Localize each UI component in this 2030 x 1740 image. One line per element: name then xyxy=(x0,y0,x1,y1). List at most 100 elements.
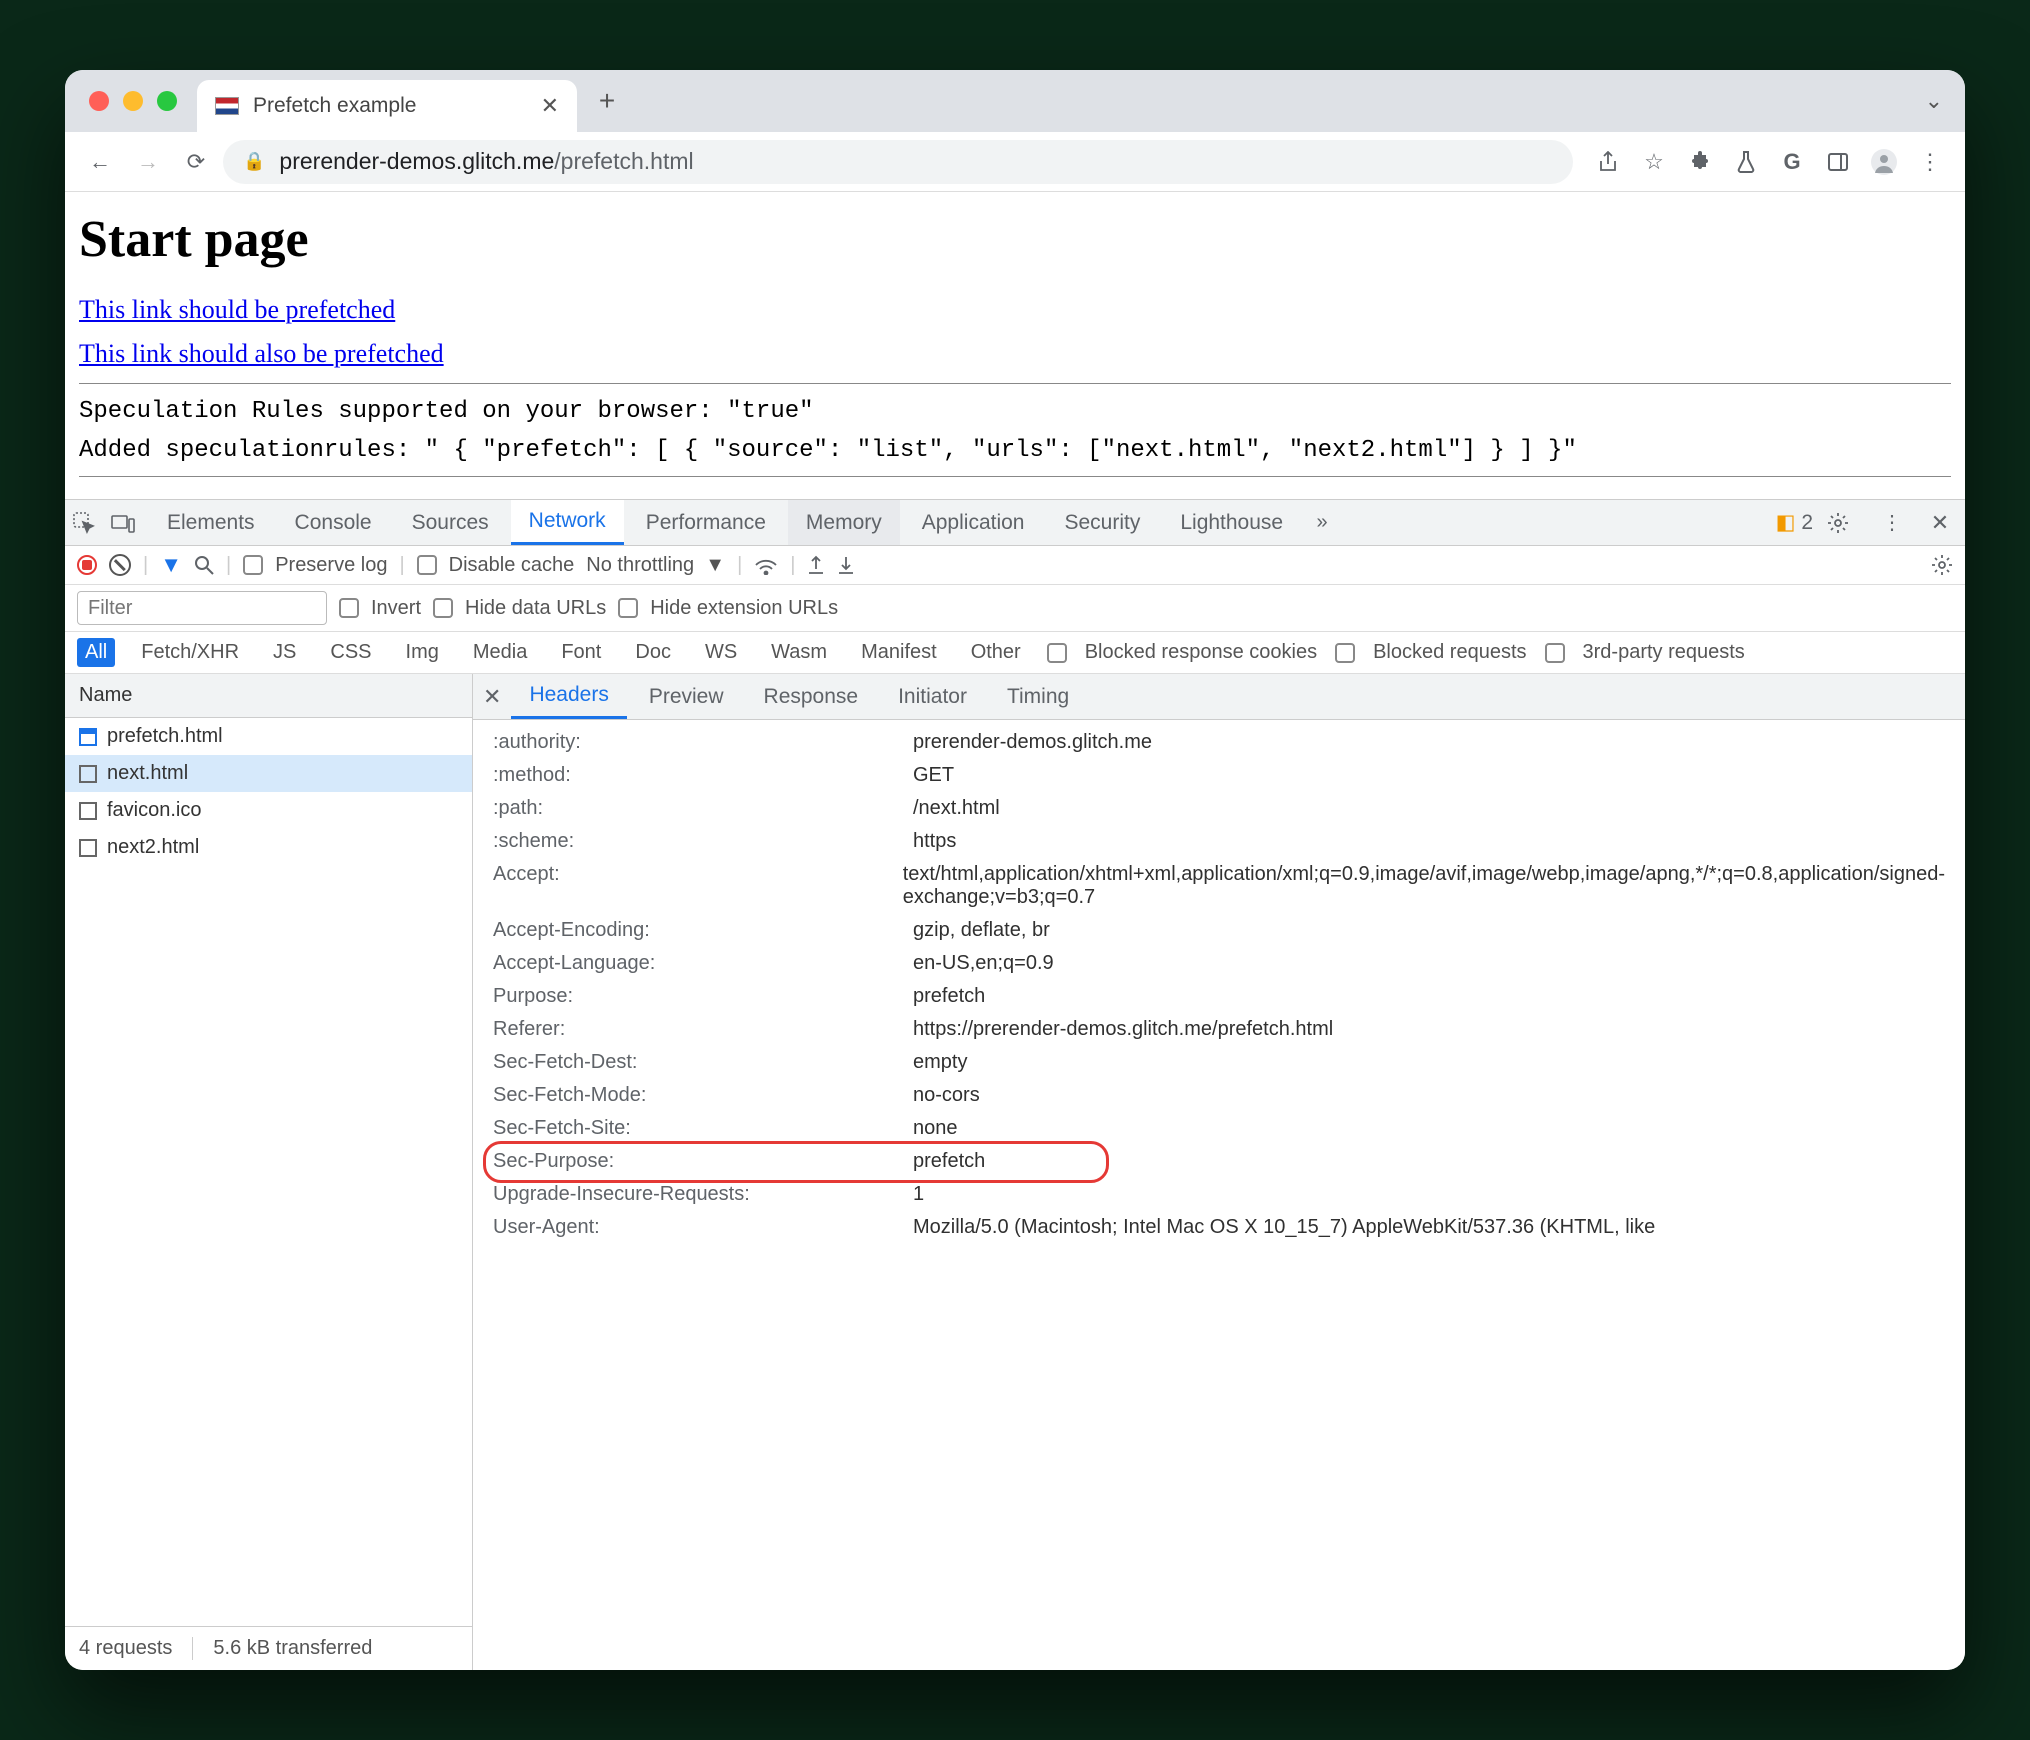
header-value: prefetch xyxy=(913,985,1965,1008)
sidepanel-icon[interactable] xyxy=(1817,141,1859,183)
export-har-icon[interactable] xyxy=(807,555,825,575)
filter-icon[interactable]: ▼ xyxy=(160,552,182,578)
settings-icon[interactable] xyxy=(1827,512,1861,534)
disable-cache-checkbox[interactable] xyxy=(417,555,437,575)
labs-icon[interactable] xyxy=(1725,141,1767,183)
close-window-button[interactable] xyxy=(89,91,109,111)
share-icon[interactable] xyxy=(1587,141,1629,183)
header-value: prerender-demos.glitch.me xyxy=(913,731,1965,754)
devtools-tab-security[interactable]: Security xyxy=(1046,500,1158,545)
devtools-tab-network[interactable]: Network xyxy=(511,500,624,545)
type-chip-fetchxhr[interactable]: Fetch/XHR xyxy=(133,638,247,667)
detail-tab-preview[interactable]: Preview xyxy=(631,674,742,719)
prefetch-link-1[interactable]: This link should be prefetched xyxy=(79,295,1951,325)
close-tab-button[interactable]: ✕ xyxy=(541,93,559,119)
status-line-1: Speculation Rules supported on your brow… xyxy=(79,398,1951,425)
devtools-tab-memory[interactable]: Memory xyxy=(788,500,900,545)
devtools-tab-sources[interactable]: Sources xyxy=(394,500,507,545)
devtools-tab-elements[interactable]: Elements xyxy=(149,500,273,545)
blocked-req-label: Blocked requests xyxy=(1373,641,1526,664)
header-value: gzip, deflate, br xyxy=(913,919,1965,942)
request-name: prefetch.html xyxy=(107,725,223,748)
device-icon[interactable] xyxy=(111,513,145,533)
type-chip-font[interactable]: Font xyxy=(553,638,609,667)
close-detail-button[interactable]: ✕ xyxy=(483,684,501,710)
third-party-checkbox[interactable] xyxy=(1545,643,1565,663)
tabs-menu-button[interactable]: ⌄ xyxy=(1925,88,1943,114)
page-content: Start page This link should be prefetche… xyxy=(65,192,1965,499)
type-chip-manifest[interactable]: Manifest xyxy=(853,638,945,667)
devtools-tab-lighthouse[interactable]: Lighthouse xyxy=(1162,500,1301,545)
type-chip-js[interactable]: JS xyxy=(265,638,304,667)
header-row: Purpose:prefetch xyxy=(493,980,1965,1013)
preserve-log-checkbox[interactable] xyxy=(243,555,263,575)
toolbar-actions: ☆ G ⋮ xyxy=(1587,141,1951,183)
header-value: no-cors xyxy=(913,1084,1965,1107)
header-value: https://prerender-demos.glitch.me/prefet… xyxy=(913,1018,1965,1041)
detail-tab-timing[interactable]: Timing xyxy=(989,674,1087,719)
divider xyxy=(79,383,1951,384)
network-settings-icon[interactable] xyxy=(1931,554,1953,576)
google-icon[interactable]: G xyxy=(1771,141,1813,183)
hide-ext-checkbox[interactable] xyxy=(618,598,638,618)
invert-checkbox[interactable] xyxy=(339,598,359,618)
more-tabs-icon[interactable]: » xyxy=(1305,511,1339,534)
record-button[interactable] xyxy=(77,555,97,575)
type-chip-ws[interactable]: WS xyxy=(697,638,745,667)
detail-tab-headers[interactable]: Headers xyxy=(511,674,626,719)
header-row: Accept:text/html,application/xhtml+xml,a… xyxy=(493,858,1965,914)
type-chip-css[interactable]: CSS xyxy=(322,638,379,667)
detail-tab-initiator[interactable]: Initiator xyxy=(880,674,985,719)
throttling-select[interactable]: No throttling ▼ xyxy=(586,554,725,577)
type-chip-other[interactable]: Other xyxy=(963,638,1029,667)
forward-button[interactable]: → xyxy=(127,141,169,183)
new-tab-button[interactable]: + xyxy=(587,85,627,117)
request-row[interactable]: next2.html xyxy=(65,829,472,866)
import-har-icon[interactable] xyxy=(837,555,855,575)
hide-data-checkbox[interactable] xyxy=(433,598,453,618)
header-name: Upgrade-Insecure-Requests: xyxy=(493,1183,913,1206)
devtools-tab-performance[interactable]: Performance xyxy=(628,500,784,545)
hide-ext-label: Hide extension URLs xyxy=(650,597,838,620)
devtools-tab-application[interactable]: Application xyxy=(904,500,1043,545)
detail-tab-response[interactable]: Response xyxy=(746,674,877,719)
bookmark-icon[interactable]: ☆ xyxy=(1633,141,1675,183)
search-icon[interactable] xyxy=(194,555,214,575)
request-row[interactable]: next.html xyxy=(65,755,472,792)
kebab-icon[interactable]: ⋮ xyxy=(1875,510,1909,535)
filter-input[interactable] xyxy=(77,591,327,625)
menu-icon[interactable]: ⋮ xyxy=(1909,141,1951,183)
request-row[interactable]: favicon.ico xyxy=(65,792,472,829)
type-chip-media[interactable]: Media xyxy=(465,638,535,667)
type-chip-doc[interactable]: Doc xyxy=(627,638,679,667)
minimize-window-button[interactable] xyxy=(123,91,143,111)
header-row: :path:/next.html xyxy=(493,792,1965,825)
blocked-req-checkbox[interactable] xyxy=(1335,643,1355,663)
devtools-tab-console[interactable]: Console xyxy=(277,500,390,545)
network-conditions-icon[interactable] xyxy=(754,555,778,575)
inspect-icon[interactable] xyxy=(73,512,107,534)
extensions-icon[interactable] xyxy=(1679,141,1721,183)
transfer-size: 5.6 kB transferred xyxy=(192,1637,372,1660)
request-row[interactable]: prefetch.html xyxy=(65,718,472,755)
header-value: prefetch xyxy=(913,1150,1965,1173)
close-devtools-button[interactable]: ✕ xyxy=(1923,510,1957,536)
clear-button[interactable] xyxy=(109,554,131,576)
tab-title: Prefetch example xyxy=(253,94,416,118)
address-bar[interactable]: 🔒 prerender-demos.glitch.me/prefetch.htm… xyxy=(223,140,1573,184)
request-detail: ✕ HeadersPreviewResponseInitiatorTiming … xyxy=(473,674,1965,1670)
maximize-window-button[interactable] xyxy=(157,91,177,111)
header-name: Accept: xyxy=(493,863,903,909)
header-row: :method:GET xyxy=(493,759,1965,792)
type-chip-all[interactable]: All xyxy=(77,638,115,667)
type-chip-img[interactable]: Img xyxy=(398,638,447,667)
reload-button[interactable]: ⟳ xyxy=(175,141,217,183)
prefetch-link-2[interactable]: This link should also be prefetched xyxy=(79,339,1951,369)
browser-tab[interactable]: Prefetch example ✕ xyxy=(197,80,577,132)
warnings-badge[interactable]: ◧ 2 xyxy=(1776,510,1813,535)
back-button[interactable]: ← xyxy=(79,141,121,183)
type-chip-wasm[interactable]: Wasm xyxy=(763,638,835,667)
blocked-cookies-checkbox[interactable] xyxy=(1047,643,1067,663)
profile-icon[interactable] xyxy=(1863,141,1905,183)
header-value: text/html,application/xhtml+xml,applicat… xyxy=(903,863,1965,909)
